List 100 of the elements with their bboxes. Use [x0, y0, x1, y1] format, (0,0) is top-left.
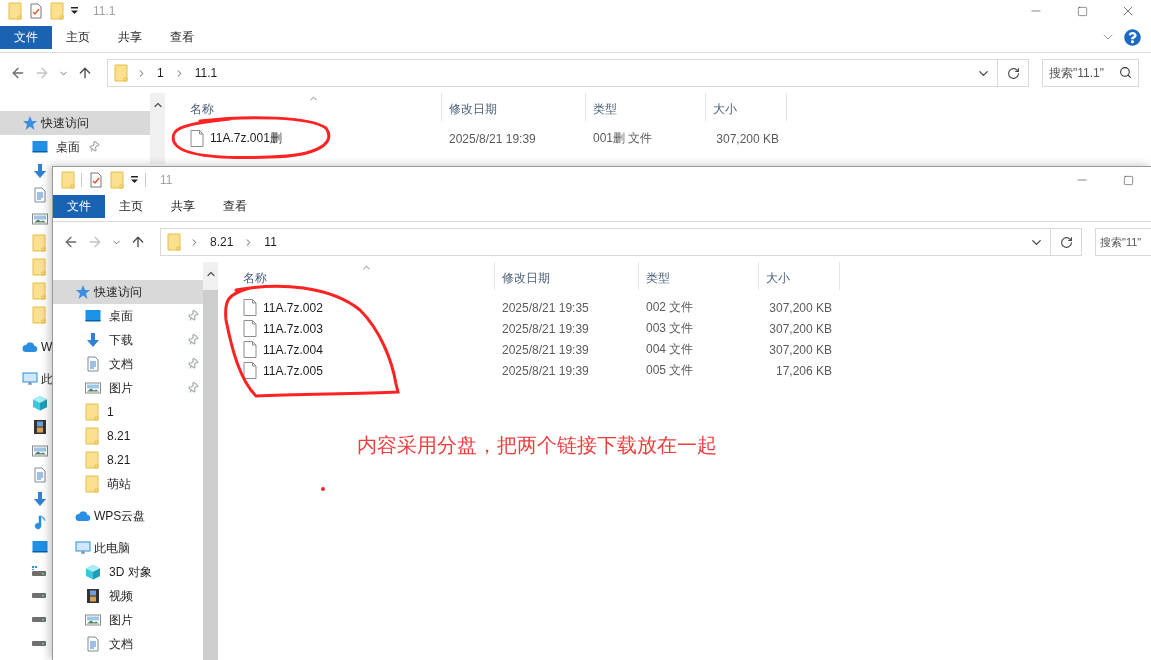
- breadcrumb-link[interactable]: 11.1: [192, 66, 220, 80]
- sidebar-item[interactable]: 8.21: [53, 448, 203, 472]
- picture-icon: [85, 612, 101, 628]
- picture-icon: [85, 380, 101, 396]
- help-icon[interactable]: [1124, 28, 1141, 46]
- sidebar-item[interactable]: 快速访问: [0, 111, 150, 135]
- column-header[interactable]: 修改日期: [442, 93, 586, 121]
- file-name[interactable]: 11A.7z.002: [263, 300, 323, 315]
- cloud-icon: [22, 339, 38, 355]
- search-field[interactable]: 搜索"11": [1095, 228, 1151, 256]
- breadcrumb-link[interactable]: 1: [155, 66, 166, 80]
- sidebar-item[interactable]: 文档: [53, 632, 203, 656]
- download-icon: [32, 491, 48, 507]
- modified-date: 2025/8/21 19:39: [501, 342, 590, 357]
- sidebar-item[interactable]: WPS云盘: [53, 504, 203, 528]
- column-header[interactable]: 名称: [218, 262, 495, 290]
- file-name[interactable]: 11A.7z.005: [263, 363, 323, 378]
- refresh-button[interactable]: [998, 59, 1029, 87]
- search-icon[interactable]: [1119, 66, 1132, 79]
- file-name[interactable]: 11A.7z.004: [263, 342, 323, 357]
- sidebar-item[interactable]: 8.21: [53, 424, 203, 448]
- file-name[interactable]: 11A.7z.001删: [210, 130, 282, 147]
- up-icon[interactable]: [130, 234, 146, 250]
- maximize-icon: [1122, 174, 1134, 186]
- file-size: 17,206 KB: [774, 363, 833, 378]
- download-icon: [32, 163, 48, 179]
- folder-icon: [85, 427, 99, 445]
- document-icon: [85, 356, 101, 372]
- column-header[interactable]: 大小: [759, 262, 840, 290]
- back-icon[interactable]: [63, 234, 79, 250]
- file-icon: [243, 362, 257, 379]
- sidebar-item[interactable]: 萌站: [53, 472, 203, 496]
- document-icon: [85, 636, 101, 652]
- modified-date: 2025/8/21 19:39: [501, 321, 590, 336]
- refresh-button[interactable]: [1051, 228, 1082, 256]
- up-icon[interactable]: [77, 65, 93, 81]
- ribbon-tab[interactable]: 查看: [156, 25, 208, 49]
- film-icon: [32, 419, 48, 435]
- folder-icon: [32, 258, 46, 276]
- file-type: 003 文件: [645, 320, 695, 337]
- sidebar-item[interactable]: 文档: [53, 352, 203, 376]
- sidebar-item[interactable]: 下载: [53, 328, 203, 352]
- back-icon[interactable]: [10, 65, 26, 81]
- annotation-dot: [321, 487, 325, 491]
- maximize-icon: [1076, 5, 1088, 17]
- folder-icon: [85, 403, 99, 421]
- search-field[interactable]: 搜索"11.1": [1042, 59, 1139, 87]
- address-bar[interactable]: 8.21 11: [160, 228, 1051, 256]
- column-header[interactable]: 类型: [586, 93, 706, 121]
- file-size: 307,200 KB: [715, 131, 780, 146]
- folder-icon: [85, 451, 99, 469]
- sidebar-item[interactable]: 图片: [53, 608, 203, 632]
- file-type: 002 文件: [645, 299, 695, 316]
- sidebar-item[interactable]: 桌面: [53, 304, 203, 328]
- folder-icon: [85, 475, 99, 493]
- address-bar[interactable]: 1 11.1: [107, 59, 998, 87]
- file-type: 004 文件: [645, 341, 695, 358]
- breadcrumb-link[interactable]: 11: [262, 235, 279, 249]
- sidebar-item[interactable]: 3D 对象: [53, 560, 203, 584]
- scrollbar[interactable]: [150, 93, 165, 164]
- desktop-icon: [85, 308, 101, 324]
- folder-icon: [167, 233, 181, 251]
- ribbon-tab[interactable]: 共享: [104, 25, 156, 49]
- desktop-icon: [32, 539, 48, 555]
- desktop-icon: [32, 139, 48, 155]
- document-icon: [32, 187, 48, 203]
- folder-icon: [32, 234, 46, 252]
- star-icon: [22, 115, 38, 131]
- folder-icon: [32, 282, 46, 300]
- sidebar-item[interactable]: 1: [53, 400, 203, 424]
- column-header[interactable]: 修改日期: [495, 262, 639, 290]
- column-header[interactable]: 大小: [706, 93, 787, 121]
- picture-icon: [32, 211, 48, 227]
- folder-icon: [50, 2, 64, 20]
- column-header[interactable]: 类型: [639, 262, 759, 290]
- sidebar-item[interactable]: 视频: [53, 584, 203, 608]
- cube-icon: [85, 564, 101, 580]
- column-header[interactable]: 名称: [165, 93, 442, 121]
- refresh-icon: [1059, 235, 1073, 249]
- cloud-icon: [75, 508, 91, 524]
- file-menu-button[interactable]: 文件: [53, 194, 105, 218]
- file-menu-button[interactable]: 文件: [0, 25, 52, 49]
- scrollbar[interactable]: [203, 262, 218, 660]
- drive-icon: [32, 616, 46, 622]
- sidebar-item[interactable]: 图片: [53, 376, 203, 400]
- sidebar-item[interactable]: 桌面: [0, 135, 100, 159]
- ribbon-tab[interactable]: 主页: [105, 194, 157, 218]
- sidebar-item[interactable]: W: [0, 335, 53, 359]
- breadcrumb-link[interactable]: 8.21: [208, 235, 236, 249]
- ribbon-tab[interactable]: 共享: [157, 194, 209, 218]
- file-size: 307,200 KB: [768, 321, 833, 336]
- checklist-icon: [88, 172, 104, 188]
- modified-date: 2025/8/21 19:39: [501, 363, 590, 378]
- sidebar-item[interactable]: 快速访问: [53, 280, 203, 304]
- sidebar-item[interactable]: 此电脑: [53, 536, 203, 560]
- file-name[interactable]: 11A.7z.003: [263, 321, 323, 336]
- window-title: 11: [160, 173, 173, 187]
- ribbon-tab[interactable]: 主页: [52, 25, 104, 49]
- computer-icon: [22, 371, 38, 387]
- ribbon-tab[interactable]: 查看: [209, 194, 261, 218]
